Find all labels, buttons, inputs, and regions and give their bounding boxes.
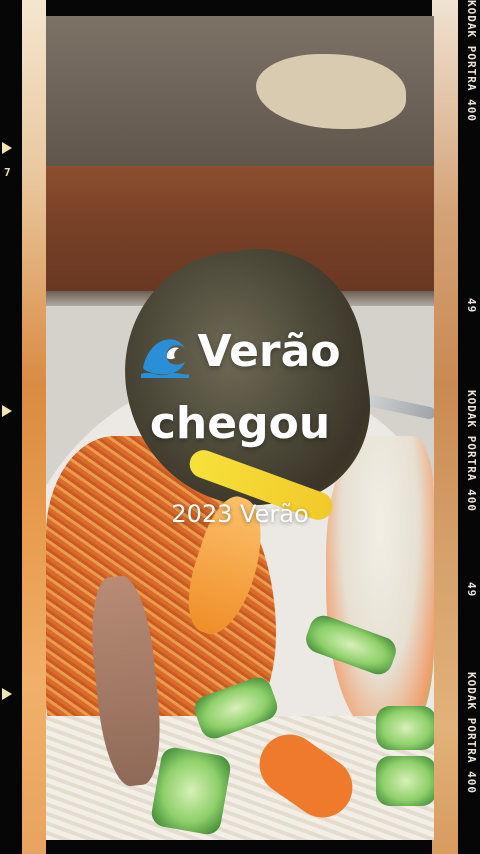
film-edge-label: KODAK PORTRA 400 xyxy=(465,672,478,794)
film-border-left xyxy=(0,0,22,854)
light-leak-right xyxy=(432,0,458,854)
title-line-1: Verão xyxy=(46,326,434,380)
subtitle: 2023 Verão xyxy=(171,500,309,528)
title-line-2: chegou xyxy=(149,398,331,449)
film-edge-frame-number: 49 xyxy=(465,582,478,598)
film-border-top xyxy=(22,0,458,16)
cucumber-slice xyxy=(149,745,233,837)
film-border-bottom xyxy=(22,840,458,854)
film-edge-label: KODAK PORTRA 400 xyxy=(465,390,478,512)
film-arrow-marker xyxy=(2,405,12,417)
film-edge-label: KODAK PORTRA 400 xyxy=(465,0,478,122)
title-text-1: Verão xyxy=(197,326,341,377)
film-arrow-marker xyxy=(2,142,12,154)
film-frame-number: 7 xyxy=(4,166,11,179)
light-leak-left xyxy=(22,0,46,854)
cucumber-slice xyxy=(376,756,434,806)
water-wave-icon xyxy=(139,328,191,380)
cucumber-slice xyxy=(376,706,434,750)
film-edge-frame-number: 49 xyxy=(465,298,478,314)
salad xyxy=(326,436,434,736)
film-arrow-marker xyxy=(2,688,12,700)
